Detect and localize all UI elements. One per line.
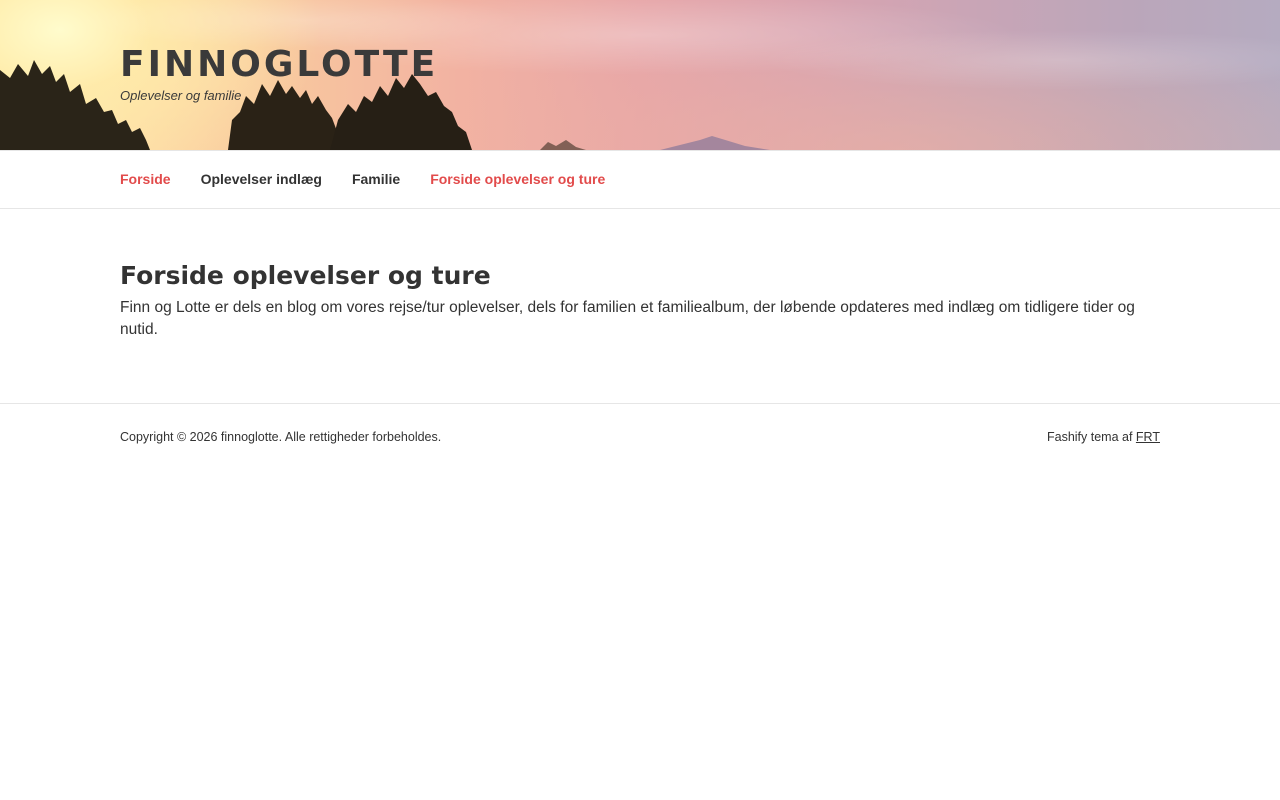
nav-item-forside-oplevelser-og-ture: Forside oplevelser og ture xyxy=(430,171,605,189)
site-description: Oplevelser og familie xyxy=(120,88,242,103)
page-title: Forside oplevelser og ture xyxy=(120,261,491,290)
nav-link-forside[interactable]: Forside xyxy=(120,171,171,187)
page-body-text: Finn og Lotte er dels en blog om vores r… xyxy=(120,299,1135,338)
site-footer: Copyright © 2026 finnoglotte. Alle retti… xyxy=(0,403,1280,444)
nav-link-forside-oplevelser-og-ture[interactable]: Forside oplevelser og ture xyxy=(430,171,605,187)
main-content: Forside oplevelser og ture Finn og Lotte… xyxy=(0,209,1280,403)
site-header: FINNOGLOTTE Oplevelser og familie xyxy=(0,0,1280,150)
footer-theme-prefix: Fashify tema af xyxy=(1046,430,1136,444)
nav-link-familie[interactable]: Familie xyxy=(352,171,400,187)
nav-item-forside: Forside xyxy=(120,171,171,189)
nav-menu: Forside Oplevelser indlæg Familie Forsid… xyxy=(0,151,1280,208)
site-title-link[interactable]: FINNOGLOTTE xyxy=(120,44,438,85)
nav-item-familie: Familie xyxy=(352,171,400,189)
footer-theme-credit: Fashify tema af FRT xyxy=(1047,430,1160,444)
footer-copyright: Copyright © 2026 finnoglotte. Alle retti… xyxy=(120,430,442,444)
nav-item-oplevelser-indlaeg: Oplevelser indlæg xyxy=(201,171,322,189)
site-branding: FINNOGLOTTE Oplevelser og familie xyxy=(120,44,438,104)
footer-theme-link[interactable]: FRT xyxy=(1136,430,1160,444)
nav-link-oplevelser-indlaeg[interactable]: Oplevelser indlæg xyxy=(201,171,322,187)
main-navigation: Forside Oplevelser indlæg Familie Forsid… xyxy=(0,150,1280,209)
site-title: FINNOGLOTTE xyxy=(120,44,438,86)
